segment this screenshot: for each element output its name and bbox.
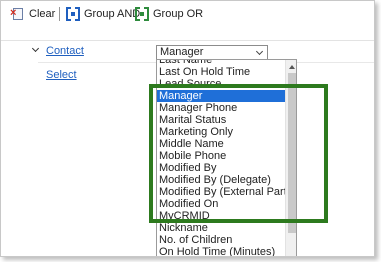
dropdown-option[interactable]: MyCRMID — [157, 210, 285, 222]
scrollbar[interactable] — [285, 60, 296, 256]
dropdown-option[interactable]: Lead Source — [157, 78, 285, 90]
chevron-down-icon[interactable] — [32, 45, 42, 55]
clear-button[interactable]: × Clear — [10, 5, 56, 23]
dropdown-option[interactable]: Last Name — [157, 60, 285, 66]
dropdown-option[interactable]: Mobile Phone — [157, 150, 285, 162]
dropdown-option[interactable]: Middle Name — [157, 138, 285, 150]
group-or-label: Group OR — [153, 8, 204, 20]
toolbar-divider — [59, 7, 60, 21]
group-or-icon — [135, 7, 149, 21]
group-and-icon — [66, 7, 80, 21]
group-or-button[interactable]: Group OR — [135, 5, 203, 23]
dropdown-option[interactable]: Modified On — [157, 198, 285, 210]
group-and-button[interactable]: Group AND — [66, 5, 140, 23]
toolbar: × Clear Group AND Group OR — [1, 1, 374, 27]
dropdown-option[interactable]: Marital Status — [157, 114, 285, 126]
dropdown-option[interactable]: Marketing Only — [157, 126, 285, 138]
dropdown-option[interactable]: Modified By (External Party) — [157, 186, 296, 198]
chevron-down-icon — [255, 47, 265, 58]
dropdown-option[interactable]: No. of Children — [157, 234, 285, 246]
dropdown-option[interactable]: Last On Hold Time — [157, 66, 285, 78]
dropdown-option[interactable]: On Hold Time (Minutes) — [157, 246, 285, 256]
clear-icon: × — [10, 7, 25, 21]
dropdown-option[interactable]: Manager Phone — [157, 102, 285, 114]
field-select-value: Manager — [160, 46, 204, 58]
field-select[interactable]: Manager — [156, 45, 268, 60]
divider — [1, 40, 374, 41]
group-and-label: Group AND — [84, 8, 141, 20]
clear-label: Clear — [29, 8, 56, 20]
dropdown-option[interactable]: Modified By — [157, 162, 285, 174]
entity-link-contact[interactable]: Contact — [46, 45, 84, 57]
dropdown-options: Last Name Last On Hold Time Lead Source Man… — [157, 60, 296, 256]
dropdown-option[interactable]: Manager — [157, 90, 285, 102]
scroll-up-icon[interactable] — [286, 60, 296, 72]
dropdown-option[interactable]: Modified By (Delegate) — [157, 174, 285, 186]
dropdown-option[interactable]: Nickname — [157, 222, 285, 234]
field-dropdown-list[interactable]: Last Name Last On Hold Time Lead Source Man… — [156, 59, 297, 256]
advanced-find-panel: × Clear Group AND Group OR Contact Selec… — [0, 0, 375, 257]
select-link[interactable]: Select — [46, 69, 77, 81]
scrollbar-thumb[interactable] — [288, 73, 296, 233]
